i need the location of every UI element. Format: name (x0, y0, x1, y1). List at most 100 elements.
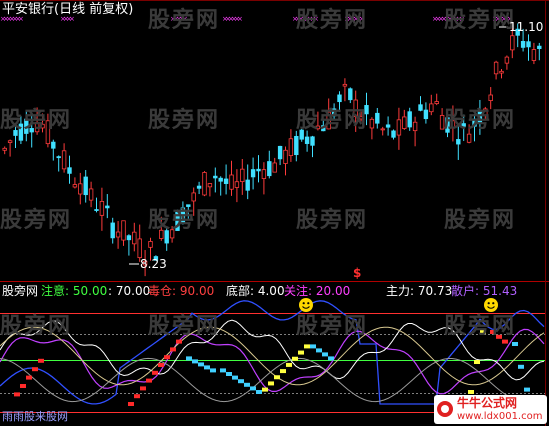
candle-body (418, 104, 423, 111)
candle-body (126, 235, 132, 241)
watermark: 股旁网 (444, 208, 517, 233)
candle-body (132, 231, 137, 245)
footer-text: 雨雨股来股网 (2, 410, 68, 423)
watermark: 股旁网 (444, 8, 517, 33)
step-segment (192, 359, 198, 364)
step-segment (26, 375, 32, 380)
candle-body (310, 136, 315, 146)
step-segment (518, 364, 524, 369)
signal-mark: $ (353, 266, 362, 280)
candle-body (434, 101, 439, 105)
candle-body (61, 150, 67, 170)
candle-body (94, 209, 99, 211)
step-segment (298, 350, 304, 355)
candle-body (229, 174, 234, 190)
brand-name: 牛牛公式网 (457, 396, 518, 410)
step-segment (310, 344, 316, 349)
legend-attention: 注意: 50.00 (41, 284, 108, 298)
candle-body (412, 121, 418, 132)
candle-body (510, 35, 515, 51)
candle-body (88, 188, 94, 201)
candle-body (67, 167, 72, 174)
step-segment (186, 356, 192, 361)
candle-body (369, 118, 375, 129)
candle-body (234, 181, 240, 188)
watermark: 股旁网 (296, 108, 369, 133)
high-price-label: 11.10 (509, 20, 544, 34)
legend-retail: 散户: 51.43 (451, 284, 518, 298)
candle-body (72, 184, 78, 188)
candle-body (202, 172, 207, 196)
step-segment (250, 386, 256, 391)
candle-body (83, 176, 88, 196)
watermark: 股旁网 (148, 208, 221, 233)
step-segment (316, 348, 322, 353)
step-segment (280, 369, 286, 374)
watermark: 股旁网 (0, 314, 73, 339)
step-segment (198, 362, 204, 367)
step-segment (220, 368, 226, 373)
candle-body (240, 168, 245, 183)
candle-body (337, 94, 342, 103)
candle-body (261, 169, 267, 179)
candle-body (429, 103, 434, 113)
watermark: 股旁网 (148, 314, 221, 339)
candle-body (504, 56, 510, 64)
candle-body (380, 128, 385, 131)
watermark: 股旁网 (0, 208, 73, 233)
step-segment (232, 375, 238, 380)
watermark: 股旁网 (148, 8, 221, 33)
step-segment (262, 387, 268, 392)
candle-body (342, 83, 348, 87)
step-segment (268, 381, 274, 386)
candle-body (277, 145, 283, 160)
watermark: 股旁网 (444, 108, 517, 133)
candle-body (520, 41, 526, 48)
step-segment (170, 347, 176, 352)
candle-body (110, 222, 115, 239)
candle-body (499, 70, 504, 74)
candle-body (218, 177, 223, 182)
candle-body (537, 45, 542, 49)
indicator-name: 股旁网 (2, 284, 39, 298)
step-segment (128, 402, 134, 406)
candle-body (456, 139, 461, 145)
step-segment (20, 384, 26, 388)
candle-body (526, 41, 531, 48)
step-segment (274, 375, 280, 380)
legend-main-force: 主力: 70.73 (386, 284, 453, 298)
candle-body (466, 133, 472, 143)
legend-70: : 70.00 (108, 284, 151, 298)
step-segment (256, 390, 262, 394)
candle-body (385, 124, 391, 128)
candle-body (288, 138, 294, 157)
candle-body (207, 183, 213, 188)
step-segment (524, 387, 530, 392)
step-segment (322, 352, 328, 357)
watermark: 股旁网 (296, 8, 369, 33)
candle-body (196, 185, 202, 189)
legend-focus: 关注: 20.00 (284, 284, 351, 298)
watermark: 股旁网 (148, 108, 221, 133)
watermark: 股旁网 (444, 314, 517, 339)
step-segment (502, 339, 508, 344)
candle-body (51, 141, 56, 149)
step-segment (164, 355, 170, 360)
brand-url: www.ldx001.com (457, 411, 543, 422)
candle-body (267, 161, 272, 177)
candle-body (294, 135, 299, 156)
candle-body (402, 116, 407, 129)
step-bars (14, 330, 530, 406)
candle-body (304, 136, 310, 144)
candle-body (250, 169, 256, 178)
step-segment (474, 360, 480, 364)
step-segment (210, 368, 216, 373)
candle-body (99, 201, 105, 216)
candle-body (488, 94, 493, 101)
step-segment (244, 382, 250, 387)
candle-body (245, 179, 250, 191)
watermark: 股旁网 (0, 108, 73, 133)
marker-x: × (237, 15, 243, 23)
candle-body (105, 205, 110, 209)
candle-body (531, 49, 537, 61)
